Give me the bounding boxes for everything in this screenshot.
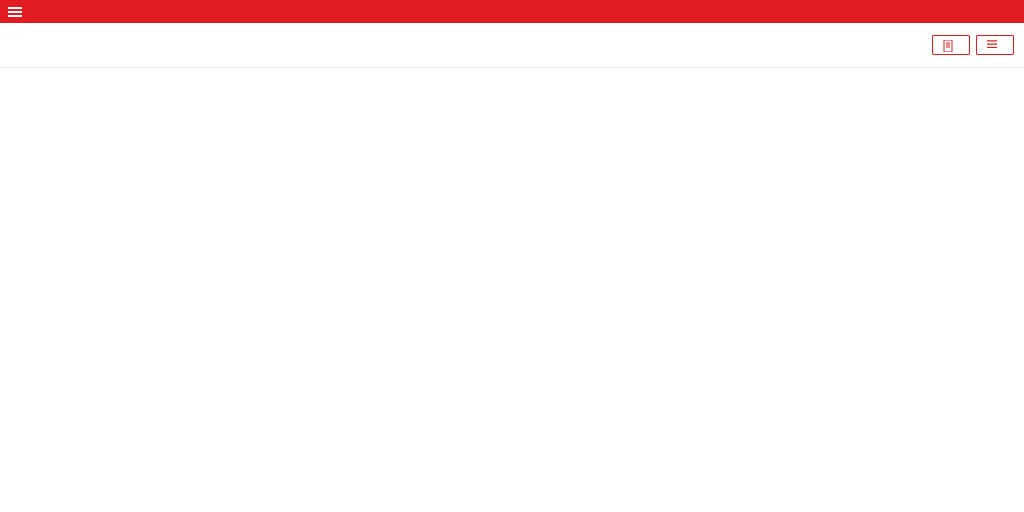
file-icon <box>943 40 953 50</box>
new-device-button[interactable] <box>976 35 1014 55</box>
footer <box>0 67 1024 76</box>
menu-icon[interactable] <box>8 7 22 17</box>
export-csv-button[interactable] <box>932 35 970 55</box>
action-bar <box>0 23 1024 59</box>
list-icon <box>987 40 997 50</box>
top-bar <box>0 0 1024 23</box>
